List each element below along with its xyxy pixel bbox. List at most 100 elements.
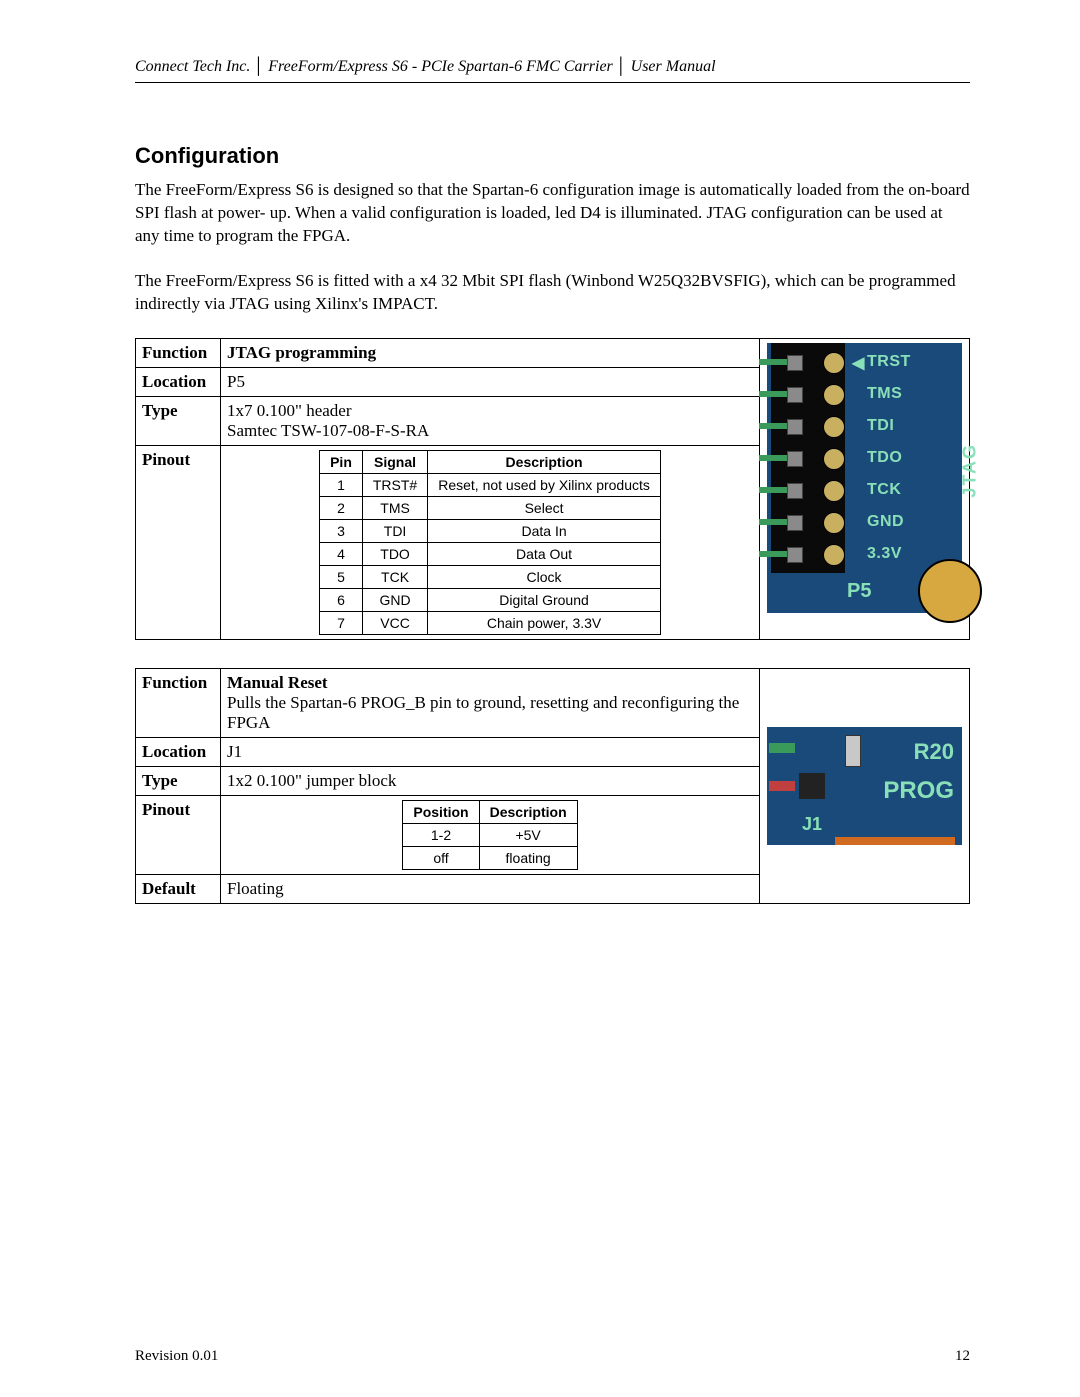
cell-desc: floating xyxy=(479,846,577,869)
jtag-silk-ref: P5 xyxy=(847,580,871,603)
jtag-type: 1x7 0.100" header Samtec TSW-107-08-F-S-… xyxy=(221,396,760,445)
pad-icon xyxy=(787,451,803,467)
jtag-image-cell: ◀TRSTTMSTDITDOTCKGND3.3V JTAG P5 xyxy=(760,338,970,639)
jtag-pin-row: GND xyxy=(767,511,962,533)
cell-pin: 7 xyxy=(320,611,363,634)
table-row: 7VCCChain power, 3.3V xyxy=(320,611,661,634)
cell-desc: +5V xyxy=(479,823,577,846)
cell-position: 1-2 xyxy=(403,823,479,846)
header-rule xyxy=(135,82,970,83)
jtag-pin-label: GND xyxy=(867,513,904,531)
cell-signal: TDI xyxy=(362,519,427,542)
cell-signal: GND xyxy=(362,588,427,611)
trace-icon xyxy=(759,551,789,557)
trace-icon xyxy=(759,487,789,493)
jtag-spec-table: Function JTAG programming ◀TRSTTMSTDITDO… xyxy=(135,338,970,640)
jtag-type-line2: Samtec TSW-107-08-F-S-RA xyxy=(227,421,429,440)
jtag-pinout-cell: Pin Signal Description 1TRST#Reset, not … xyxy=(221,445,760,639)
revision: Revision 0.01 xyxy=(135,1348,218,1365)
cell-position: off xyxy=(403,846,479,869)
cell-desc: Reset, not used by Xilinx products xyxy=(428,473,661,496)
section-title: Configuration xyxy=(135,143,970,169)
row-label: Location xyxy=(136,367,221,396)
silk-prog: PROG xyxy=(883,777,954,805)
jtag-pin-row: ◀TRST xyxy=(767,351,962,373)
reset-function: Manual Reset Pulls the Spartan-6 PROG_B … xyxy=(221,668,760,737)
reset-pinout-table: Position Description 1-2+5Vofffloating xyxy=(402,800,577,870)
table-row: 1TRST#Reset, not used by Xilinx products xyxy=(320,473,661,496)
reset-default: Floating xyxy=(221,874,760,903)
page-number: 12 xyxy=(955,1348,970,1365)
copper-trace-icon xyxy=(835,837,955,845)
jtag-pin-label: TCK xyxy=(867,481,901,499)
pad-icon xyxy=(787,547,803,563)
smd-component-icon xyxy=(769,781,795,791)
jtag-location: P5 xyxy=(221,367,760,396)
jtag-pin-label: TMS xyxy=(867,385,902,403)
jtag-type-line1: 1x7 0.100" header xyxy=(227,401,352,420)
cell-signal: VCC xyxy=(362,611,427,634)
cell-pin: 3 xyxy=(320,519,363,542)
row-label: Pinout xyxy=(136,795,221,874)
cell-pin: 2 xyxy=(320,496,363,519)
cell-pin: 5 xyxy=(320,565,363,588)
cell-desc: Chain power, 3.3V xyxy=(428,611,661,634)
jtag-pinout-table: Pin Signal Description 1TRST#Reset, not … xyxy=(319,450,661,635)
col-desc: Description xyxy=(428,450,661,473)
pin-hole-icon xyxy=(823,480,845,502)
cell-pin: 4 xyxy=(320,542,363,565)
trace-icon xyxy=(759,359,789,365)
cell-signal: TRST# xyxy=(362,473,427,496)
cell-desc: Clock xyxy=(428,565,661,588)
jumper-icon xyxy=(799,773,825,799)
reset-pinout-cell: Position Description 1-2+5Vofffloating xyxy=(221,795,760,874)
col-desc: Description xyxy=(479,800,577,823)
pad-icon xyxy=(787,515,803,531)
reset-type: 1x2 0.100" jumper block xyxy=(221,766,760,795)
doc-header: Connect Tech Inc. │ FreeForm/Express S6 … xyxy=(135,58,970,76)
pad-icon xyxy=(787,355,803,371)
arrow-left-icon: ◀ xyxy=(852,353,864,373)
row-label: Type xyxy=(136,396,221,445)
mounting-hole-icon xyxy=(918,559,982,623)
table-row: 2TMSSelect xyxy=(320,496,661,519)
jtag-silk-side: JTAG xyxy=(960,443,981,498)
table-row: offfloating xyxy=(403,846,577,869)
pin-hole-icon xyxy=(823,448,845,470)
jtag-pin-label: TRST xyxy=(867,353,911,371)
prog-diagram: R20 PROG J1 xyxy=(767,727,962,845)
jtag-function: JTAG programming xyxy=(221,338,760,367)
jtag-function-text: JTAG programming xyxy=(227,343,376,362)
jtag-pin-label: 3.3V xyxy=(867,545,902,563)
row-label: Location xyxy=(136,737,221,766)
row-label: Function xyxy=(136,668,221,737)
pin-hole-icon xyxy=(823,512,845,534)
jtag-pin-label: TDI xyxy=(867,417,894,435)
pin-hole-icon xyxy=(823,544,845,566)
table-row: 3TDIData In xyxy=(320,519,661,542)
cell-desc: Data In xyxy=(428,519,661,542)
reset-spec-table: Function Manual Reset Pulls the Spartan-… xyxy=(135,668,970,904)
reset-location: J1 xyxy=(221,737,760,766)
cell-desc: Data Out xyxy=(428,542,661,565)
col-pin: Pin xyxy=(320,450,363,473)
jtag-pin-row: 3.3V xyxy=(767,543,962,565)
cell-pin: 6 xyxy=(320,588,363,611)
silk-r20: R20 xyxy=(914,739,954,765)
cell-signal: TMS xyxy=(362,496,427,519)
row-label: Pinout xyxy=(136,445,221,639)
trace-icon xyxy=(759,519,789,525)
resistor-icon xyxy=(845,735,861,767)
pad-icon xyxy=(787,483,803,499)
table-row: 5TCKClock xyxy=(320,565,661,588)
trace-icon xyxy=(759,423,789,429)
cell-desc: Digital Ground xyxy=(428,588,661,611)
jtag-pin-row: TCK xyxy=(767,479,962,501)
pad-icon xyxy=(787,387,803,403)
smd-component-icon xyxy=(769,743,795,753)
jtag-diagram: ◀TRSTTMSTDITDOTCKGND3.3V JTAG P5 xyxy=(767,343,962,613)
cell-signal: TDO xyxy=(362,542,427,565)
col-position: Position xyxy=(403,800,479,823)
jtag-pin-row: TMS xyxy=(767,383,962,405)
trace-icon xyxy=(759,391,789,397)
